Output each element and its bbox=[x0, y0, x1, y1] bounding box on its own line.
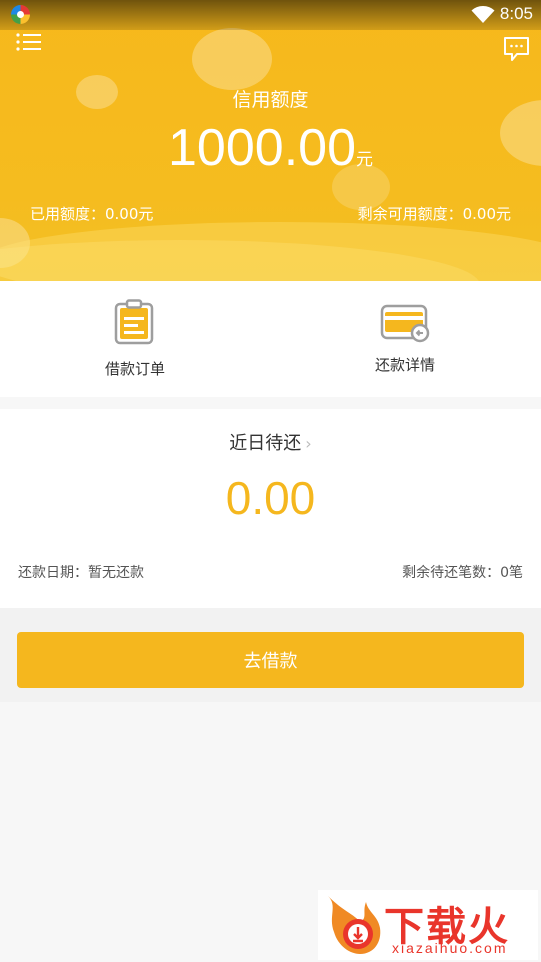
credit-limit-amount: 1000.00元 bbox=[0, 118, 541, 178]
flame-logo-icon bbox=[328, 896, 381, 954]
repayment-details-label: 还款详情 bbox=[374, 356, 435, 374]
credit-header: 8:05 信用额度 1000.00元 已用额度：0.00元 剩余可用额度：0.0… bbox=[0, 0, 541, 281]
pending-repayment-title-text: 近日待还 bbox=[229, 433, 302, 454]
watermark: 下载火 xiazaihuo.com bbox=[318, 890, 538, 960]
loan-orders-label: 借款订单 bbox=[104, 360, 165, 378]
repayment-details-button[interactable]: 还款详情 bbox=[270, 281, 540, 397]
message-icon[interactable] bbox=[503, 36, 530, 62]
wifi-icon bbox=[471, 6, 495, 23]
pending-repayment-amount: 0.00 bbox=[225, 472, 316, 524]
status-time: 8:05 bbox=[499, 4, 533, 23]
remaining-credit: 剩余可用额度：0.00元 bbox=[357, 205, 511, 223]
borrow-section: 去借款 bbox=[0, 608, 541, 702]
credit-amount-unit: 元 bbox=[355, 150, 373, 170]
quick-actions: 借款订单 还款详情 bbox=[0, 281, 541, 397]
app-logo-icon bbox=[11, 5, 30, 24]
status-bar: 8:05 bbox=[0, 0, 541, 30]
menu-icon[interactable] bbox=[16, 33, 42, 51]
credit-limit-label: 信用额度 bbox=[232, 89, 309, 111]
pending-repayment-title[interactable]: 近日待还 › bbox=[0, 429, 541, 455]
decor-bubble bbox=[192, 28, 272, 90]
remaining-repayment-count: 剩余待还笔数：0笔 bbox=[402, 565, 523, 581]
pending-repayment-card: 近日待还 › 0.00 还款日期：暂无还款 剩余待还笔数：0笔 bbox=[0, 409, 541, 608]
loan-orders-button[interactable]: 借款订单 bbox=[0, 281, 270, 397]
chevron-right-icon: › bbox=[305, 434, 312, 453]
card-icon bbox=[380, 304, 430, 343]
used-credit: 已用额度：0.00元 bbox=[30, 205, 154, 223]
watermark-url: xiazaihuo.com bbox=[392, 940, 508, 956]
credit-amount-number: 1000.00 bbox=[168, 119, 356, 177]
clipboard-icon bbox=[114, 299, 154, 345]
repayment-date: 还款日期：暂无还款 bbox=[18, 565, 144, 581]
borrow-button[interactable]: 去借款 bbox=[17, 632, 524, 688]
